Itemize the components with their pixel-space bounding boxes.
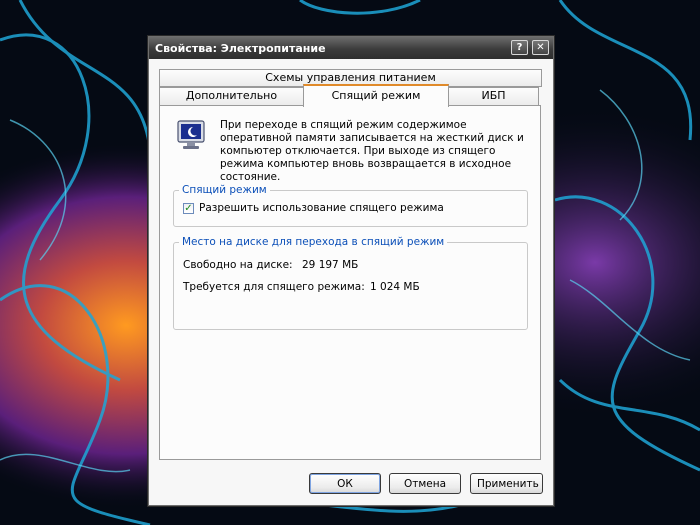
free-space-value: 29 197 МБ: [302, 259, 359, 271]
free-space-label: Свободно на диске:: [183, 259, 293, 271]
required-space-value: 1 024 МБ: [370, 281, 420, 293]
required-space-label: Требуется для спящего режима:: [183, 281, 365, 293]
tab-advanced[interactable]: Дополнительно: [159, 87, 304, 105]
close-icon[interactable]: ✕: [532, 40, 549, 55]
disk-space-group-title: Место на диске для перехода в спящий реж…: [179, 236, 448, 248]
enable-hibernate-label[interactable]: Разрешить использование спящего режима: [199, 202, 444, 214]
tab-hibernate[interactable]: Спящий режим: [303, 84, 449, 107]
monitor-icon: [177, 120, 205, 149]
apply-button[interactable]: Применить: [470, 473, 543, 494]
enable-hibernate-checkbox[interactable]: ✓: [183, 203, 194, 214]
title-bar[interactable]: Свойства: Электропитание ? ✕: [149, 37, 553, 59]
cancel-button[interactable]: Отмена: [389, 473, 461, 494]
window-title: Свойства: Электропитание: [155, 42, 326, 55]
hibernate-group-title: Спящий режим: [179, 184, 270, 196]
hibernate-group: Спящий режим ✓ Разрешить использование с…: [173, 184, 528, 227]
help-icon[interactable]: ?: [511, 40, 528, 55]
properties-dialog: Свойства: Электропитание ? ✕ Схемы управ…: [148, 36, 554, 506]
ok-button[interactable]: ОК: [309, 473, 381, 494]
tab-ups[interactable]: ИБП: [448, 87, 539, 105]
hibernate-description: При переходе в спящий режим содержимое о…: [220, 119, 524, 183]
disk-space-group: Место на диске для перехода в спящий реж…: [173, 236, 528, 330]
hibernate-tab-panel: При переходе в спящий режим содержимое о…: [159, 105, 541, 460]
